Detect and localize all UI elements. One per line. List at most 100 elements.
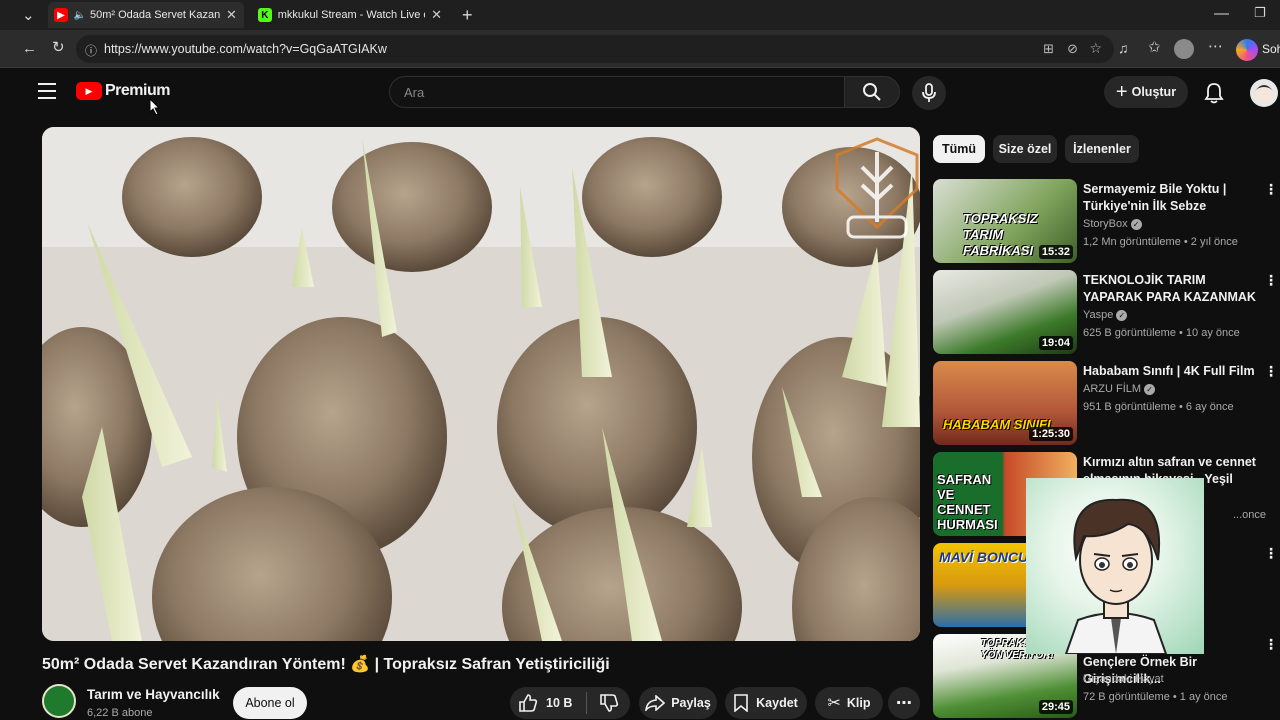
create-button[interactable]: + Oluştur — [1104, 76, 1188, 108]
search-placeholder: Ara — [404, 84, 425, 100]
duration-badge: 29:45 — [1038, 700, 1073, 714]
tab-kick[interactable]: K mkkukul Stream - Watch Live on K ✕ — [252, 2, 448, 28]
recommendation-channel: Yaspe ✓ — [1083, 309, 1128, 321]
like-dislike-group: 10 B — [510, 687, 630, 719]
share-button[interactable]: Paylaş — [639, 687, 717, 719]
youtube-page: ▶ Premium Ara + Oluştur 50m² Odada Serve… — [12, 68, 1280, 720]
plus-icon: + — [1115, 80, 1128, 103]
search-button[interactable] — [844, 76, 900, 108]
verified-check-icon: ✓ — [1130, 218, 1142, 230]
copilot-label[interactable]: Soh — [1262, 42, 1280, 56]
tab-list-chevron-icon[interactable]: ⌄ — [22, 8, 35, 23]
save-label: Kaydet — [756, 696, 798, 710]
hamburger-menu-icon[interactable] — [38, 83, 56, 99]
channel-name[interactable]: Tarım ve Hayvancılık — [87, 687, 220, 702]
more-vertical-icon[interactable]: ⋮ — [1264, 363, 1278, 380]
list-item[interactable]: TOPRAKSIZ TARIM FABRİKASI 15:32 Sermayem… — [933, 179, 1280, 263]
maximize-icon[interactable]: ❐ — [1254, 6, 1266, 19]
thumbnail-text: MAVİ BONCUK — [939, 549, 1039, 565]
site-info-icon[interactable]: ⓘ — [85, 42, 97, 59]
video-title: 50m² Odada Servet Kazandıran Yöntem! 💰 |… — [42, 656, 610, 673]
verified-check-icon: ✓ — [1116, 309, 1128, 321]
like-divider — [586, 692, 588, 714]
search-icon — [863, 83, 881, 101]
speaker-icon[interactable]: 🔈 — [74, 8, 86, 22]
tracking-prevention-icon[interactable]: ⊘ — [1067, 41, 1078, 57]
duration-badge: 1:25:30 — [1029, 427, 1073, 441]
favorite-star-icon[interactable]: ☆ — [1089, 40, 1102, 57]
more-vertical-icon[interactable]: ⋮ — [1264, 181, 1278, 198]
share-arrow-icon — [645, 695, 666, 711]
youtube-favicon-icon: ▶ — [54, 8, 68, 22]
create-label: Oluştur — [1131, 85, 1177, 99]
close-tab-icon[interactable]: ✕ — [431, 7, 442, 23]
list-item[interactable]: 19:04 TEKNOLOJİK TARIM YAPARAK PARA KAZA… — [933, 270, 1280, 354]
address-bar-row: ← ↻ ⓘ https://www.youtube.com/watch?v=Gq… — [0, 30, 1280, 68]
clip-button[interactable]: ✂ Klip — [815, 687, 883, 719]
tab-title: mkkukul Stream - Watch Live on K — [277, 9, 425, 21]
scissors-icon: ✂ — [827, 695, 841, 712]
browser-tab-bar: ⌄ ▶ 🔈 50m² Odada Servet Kazandıra ✕ K mk… — [0, 0, 1280, 30]
recommendation-meta: 72 B görüntüleme • 1 ay önce — [1083, 691, 1228, 703]
clip-label: Klip — [846, 696, 871, 710]
thumbs-up-icon — [519, 694, 538, 712]
recommendation-channel: Dışandaki Hayat — [1083, 673, 1164, 685]
account-avatar[interactable] — [1250, 79, 1278, 107]
kick-favicon-icon: K — [258, 8, 272, 22]
notifications-bell-icon[interactable] — [1204, 82, 1224, 104]
favorites-icon[interactable]: ✩ — [1148, 40, 1161, 55]
url-field[interactable]: ⓘ https://www.youtube.com/watch?v=GqGaAT… — [76, 35, 1114, 63]
like-button[interactable]: 10 B — [518, 694, 572, 712]
video-thumbnail[interactable]: HABABAM SINIFI 1:25:30 — [933, 361, 1077, 445]
cartoon-avatar-illustration — [1064, 498, 1168, 654]
new-tab-plus-icon[interactable]: + — [462, 6, 473, 24]
thumbnail-text: SAFRAN VE CENNET HURMASI — [937, 472, 998, 532]
recommendation-title: TEKNOLOJİK TARIM YAPARAK PARA KAZANMAK ! — [1083, 273, 1256, 304]
chip-all[interactable]: Tümü — [933, 135, 985, 163]
chip-watched[interactable]: İzlenenler — [1065, 135, 1139, 163]
share-label: Paylaş — [671, 696, 711, 710]
copilot-icon[interactable] — [1236, 39, 1258, 61]
recommendation-title: Sermayemiz Bile Yoktu | Türkiye'nin İlk … — [1083, 182, 1227, 213]
subscribe-label: Abone ol — [245, 696, 295, 710]
music-icon[interactable]: ♫ — [1118, 41, 1129, 55]
tab-title: 50m² Odada Servet Kazandıra — [90, 9, 220, 21]
video-player[interactable] — [42, 127, 920, 641]
recommendation-meta: ...once — [1233, 509, 1267, 521]
list-item[interactable]: HABABAM SINIFI 1:25:30 Hababam Sınıfı | … — [933, 361, 1280, 445]
url-text: https://www.youtube.com/watch?v=GqGaATGI… — [104, 42, 387, 56]
recommendation-meta: 1,2 Mn görüntüleme • 2 yıl önce — [1083, 236, 1238, 248]
subscribe-button[interactable]: Abone ol — [233, 687, 307, 719]
recommendation-title: Hababam Sınıfı | 4K Full Film — [1083, 364, 1255, 378]
more-menu-icon[interactable]: ⋯ — [1208, 39, 1223, 54]
youtube-logo-icon: ▶ — [76, 82, 102, 100]
back-arrow-icon[interactable]: ← — [22, 41, 37, 56]
voice-search-button[interactable] — [912, 76, 946, 110]
close-tab-icon[interactable]: ✕ — [226, 7, 237, 23]
microphone-icon — [922, 83, 936, 102]
video-thumbnail[interactable]: TOPRAKSIZ TARIM FABRİKASI 15:32 — [933, 179, 1077, 263]
chip-for-you[interactable]: Size özel — [993, 135, 1057, 163]
profile-avatar-icon[interactable] — [1174, 39, 1194, 59]
save-button[interactable]: Kaydet — [725, 687, 807, 719]
video-thumbnail[interactable]: 19:04 — [933, 270, 1077, 354]
channel-avatar[interactable] — [42, 684, 76, 718]
more-vertical-icon[interactable]: ⋮ — [1264, 545, 1278, 562]
search-input[interactable]: Ara — [389, 76, 845, 108]
mouse-cursor-icon — [149, 98, 161, 116]
thumbs-down-icon[interactable] — [599, 694, 619, 712]
app-available-icon[interactable]: ⊞ — [1043, 41, 1054, 57]
more-vertical-icon[interactable]: ⋮ — [1264, 636, 1278, 653]
minimize-icon[interactable]: — — [1214, 6, 1229, 21]
more-vertical-icon[interactable]: ⋮ — [1264, 272, 1278, 289]
recommendation-channel: ARZU FİLM ✓ — [1083, 383, 1156, 395]
recommendation-meta: 951 B görüntüleme • 6 ay önce — [1083, 401, 1234, 413]
more-horizontal-icon: ⋯ — [896, 695, 912, 712]
duration-badge: 15:32 — [1038, 245, 1073, 259]
recommendation-channel: StoryBox ✓ — [1083, 218, 1142, 230]
duration-badge: 19:04 — [1038, 336, 1073, 350]
tab-youtube[interactable]: ▶ 🔈 50m² Odada Servet Kazandıra ✕ — [48, 2, 244, 28]
reload-icon[interactable]: ↻ — [52, 40, 65, 55]
more-actions-button[interactable]: ⋯ — [888, 687, 920, 719]
verified-check-icon: ✓ — [1144, 383, 1156, 395]
